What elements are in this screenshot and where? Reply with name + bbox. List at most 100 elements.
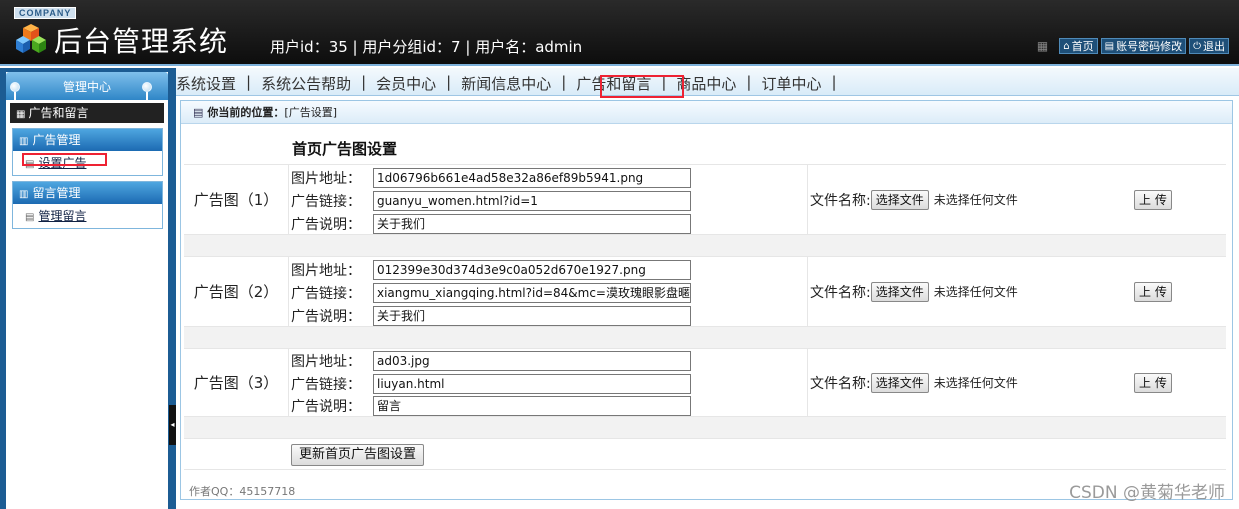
desc-label: 广告说明： <box>291 309 361 325</box>
breadcrumb: ▤ 你当前的位置：[广告设置] <box>181 101 1232 124</box>
header-bar: COMPANY 后台管理系统 用户id：35 | 用户分组id：7 | 用户名：… <box>0 0 1239 66</box>
image-field-row: 图片地址： 012399e30d374d3e9c0a052d670e1927.p… <box>291 259 691 281</box>
desc-label: 广告说明： <box>291 399 361 415</box>
content-panel: ▤ 你当前的位置：[广告设置] 首页广告图设置 广告图（1） 图片地址： 1d06… <box>180 100 1233 500</box>
ad-row: 广告图（2） 图片地址： 012399e30d374d3e9c0a052d670… <box>184 256 1226 326</box>
pin-icon <box>142 82 152 104</box>
home-icon: ⌂ <box>1063 40 1070 52</box>
nav-system-settings[interactable]: 系统设置 <box>176 73 236 94</box>
change-password-label: 账号密码修改 <box>1116 40 1183 53</box>
nav-separator: | <box>361 73 367 91</box>
upload-button[interactable]: 上 传 <box>1134 189 1172 210</box>
nav-orders[interactable]: 订单中心 <box>761 73 821 94</box>
link-label: 广告链接： <box>291 194 361 210</box>
top-nav-items: 系统设置 | 系统公告帮助 | 会员中心 | 新闻信息中心 | 广告和留言 | … <box>176 73 847 94</box>
link-field-row: 广告链接： guanyu_women.html?id=1 <box>291 190 691 212</box>
sidebar-group-messages: ▥ 留言管理 ▤ 管理留言 <box>12 181 163 229</box>
image-url-input[interactable]: 012399e30d374d3e9c0a052d670e1927.png <box>373 260 691 280</box>
nav-news[interactable]: 新闻信息中心 <box>461 73 551 94</box>
logout-link[interactable]: ⏻ 退出 <box>1189 38 1229 54</box>
upload-cell: 文件名称: 选择文件 未选择任何文件 上 传 <box>808 349 1226 416</box>
list-icon: ▤ <box>1104 40 1115 52</box>
link-field-row: 广告链接： xiangmu_xiangqing.html?id=84&mc=漠玫… <box>291 282 691 304</box>
home-link-label: 首页 <box>1071 40 1094 53</box>
window-icon: ▤ <box>193 106 204 119</box>
doc-icon: ▤ <box>25 212 35 223</box>
image-label: 图片地址： <box>291 171 361 187</box>
link-input[interactable]: guanyu_women.html?id=1 <box>373 191 691 211</box>
sidebar-group-header[interactable]: ▥ 留言管理 <box>13 182 162 204</box>
nav-separator: | <box>831 73 837 91</box>
ad-fields: 图片地址： 012399e30d374d3e9c0a052d670e1927.p… <box>289 257 808 326</box>
app-title: 后台管理系统 <box>54 25 229 58</box>
sidebar-inner: 管理中心 ▦ 广告和留言 ▥ 广告管理 ▤ 设置广告 ▥ 留言管理 ▤ 管理留言 <box>6 72 168 509</box>
change-password-link[interactable]: ▤ 账号密码修改 <box>1100 38 1187 54</box>
author-qq: 作者QQ：45157718 <box>189 485 296 498</box>
collapse-sidebar-handle[interactable]: ◂ <box>169 405 176 445</box>
company-badge: COMPANY <box>14 7 77 19</box>
page-title: 首页广告图设置 <box>292 140 398 158</box>
choose-file-button[interactable]: 选择文件 <box>870 281 929 302</box>
choose-file-button[interactable]: 选择文件 <box>870 189 929 210</box>
sidebar-item-manage-messages[interactable]: ▤ 管理留言 <box>13 204 162 228</box>
row-spacer <box>184 416 1226 438</box>
desc-input[interactable]: 关于我们 <box>373 214 691 234</box>
logo-cubes-icon <box>16 24 46 53</box>
link-input[interactable]: xiangmu_xiangqing.html?id=84&mc=漠玫瑰眼影盘暱 <box>373 283 691 303</box>
no-file-text: 未选择任何文件 <box>933 193 1018 207</box>
sidebar-group-ads: ▥ 广告管理 ▤ 设置广告 <box>12 128 163 176</box>
home-link[interactable]: ⌂ 首页 <box>1059 38 1098 54</box>
sidebar-section-label: 广告和留言 <box>28 106 89 120</box>
top-nav: 系统设置 | 系统公告帮助 | 会员中心 | 新闻信息中心 | 广告和留言 | … <box>176 68 1239 96</box>
power-icon: ⏻ <box>1193 40 1201 52</box>
link-input[interactable]: liuyan.html <box>373 374 691 394</box>
upload-cell: 文件名称: 选择文件 未选择任何文件 上 传 <box>808 165 1226 234</box>
desc-input[interactable]: 关于我们 <box>373 306 691 326</box>
image-url-input[interactable]: 1d06796b661e4ad58e32a86ef89b5941.png <box>373 168 691 188</box>
row-spacer <box>184 326 1226 348</box>
upload-button[interactable]: 上 传 <box>1134 372 1172 393</box>
sidebar-group-label: 留言管理 <box>32 186 81 200</box>
sidebar: 管理中心 ▦ 广告和留言 ▥ 广告管理 ▤ 设置广告 ▥ 留言管理 ▤ 管理留言 <box>0 68 176 509</box>
file-name-label: 文件名称: <box>810 375 871 392</box>
sidebar-item-label: 管理留言 <box>38 209 87 223</box>
image-url-input[interactable]: ad03.jpg <box>373 351 691 371</box>
user-info: 用户id：35 | 用户分组id：7 | 用户名：admin <box>270 38 583 56</box>
desc-field-row: 广告说明： 关于我们 <box>291 305 691 327</box>
sidebar-section-title[interactable]: ▦ 广告和留言 <box>10 103 164 123</box>
desc-label: 广告说明： <box>291 217 361 233</box>
desc-field-row: 广告说明： 留言 <box>291 395 691 417</box>
upload-button[interactable]: 上 传 <box>1134 281 1172 302</box>
choose-file-button[interactable]: 选择文件 <box>870 372 929 393</box>
nav-separator: | <box>746 73 752 91</box>
file-name-label: 文件名称: <box>810 192 871 209</box>
desc-input[interactable]: 留言 <box>373 396 691 416</box>
nav-announcements[interactable]: 系统公告帮助 <box>261 73 351 94</box>
image-field-row: 图片地址： 1d06796b661e4ad58e32a86ef89b5941.p… <box>291 167 691 189</box>
nav-separator: | <box>446 73 452 91</box>
grid-icon: ▦ <box>16 109 26 120</box>
link-label: 广告链接： <box>291 377 361 393</box>
ad-name: 广告图（2） <box>184 257 289 326</box>
image-label: 图片地址： <box>291 263 361 279</box>
ad-row: 广告图（1） 图片地址： 1d06796b661e4ad58e32a86ef89… <box>184 164 1226 234</box>
row-spacer <box>184 234 1226 256</box>
ad-name: 广告图（1） <box>184 165 289 234</box>
ad-name: 广告图（3） <box>184 349 289 416</box>
sidebar-group-header[interactable]: ▥ 广告管理 <box>13 129 162 151</box>
update-ads-button[interactable]: 更新首页广告图设置 <box>291 444 425 466</box>
ad-fields: 图片地址： 1d06796b661e4ad58e32a86ef89b5941.p… <box>289 165 808 234</box>
nav-highlight-box <box>600 75 684 98</box>
link-label: 广告链接： <box>291 286 361 302</box>
image-field-row: 图片地址： ad03.jpg <box>291 350 691 372</box>
breadcrumb-label: 你当前的位置： <box>207 106 285 119</box>
nav-products[interactable]: 商品中心 <box>676 73 736 94</box>
desc-field-row: 广告说明： 关于我们 <box>291 213 691 235</box>
nav-members[interactable]: 会员中心 <box>376 73 436 94</box>
panel-icon: ▥ <box>19 136 29 147</box>
panel-icon: ▥ <box>19 189 29 200</box>
breadcrumb-value: [广告设置] <box>284 106 337 119</box>
upload-cell: 文件名称: 选择文件 未选择任何文件 上 传 <box>808 257 1226 326</box>
watermark: CSDN @黄菊华老师 <box>1069 483 1225 503</box>
nav-separator: | <box>246 73 252 91</box>
